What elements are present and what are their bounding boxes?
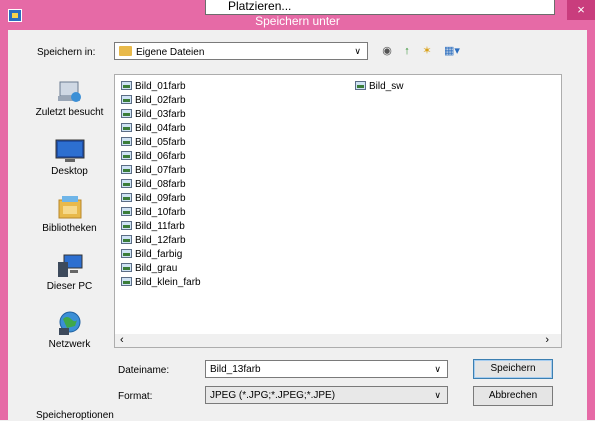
- format-value: JPEG (*.JPG;*.JPEG;*.JPE): [210, 390, 336, 401]
- back-icon[interactable]: ◉: [380, 44, 394, 58]
- places-bar: Zuletzt besucht Desktop Bibliotheken Die…: [27, 64, 112, 364]
- file-name: Bild_11farb: [135, 221, 185, 232]
- list-item[interactable]: Bild_09farb: [121, 192, 186, 206]
- save-button[interactable]: Speichern: [473, 359, 553, 379]
- list-item[interactable]: Bild_klein_farb: [121, 276, 201, 290]
- file-name: Bild_09farb: [135, 193, 186, 204]
- image-file-icon: [121, 235, 132, 244]
- filename-label: Dateiname:: [118, 365, 170, 376]
- list-item[interactable]: Bild_10farb: [121, 206, 186, 220]
- list-item[interactable]: Bild_06farb: [121, 150, 186, 164]
- file-name: Bild_klein_farb: [135, 277, 201, 288]
- chevron-down-icon: ∨: [434, 364, 441, 374]
- menu-popup[interactable]: Platzieren...: [205, 0, 555, 15]
- chevron-down-icon: ∨: [354, 46, 361, 56]
- desktop-icon: [55, 139, 84, 162]
- image-file-icon: [121, 179, 132, 188]
- file-name: Bild_06farb: [135, 151, 186, 162]
- network-icon: [58, 311, 80, 335]
- list-item[interactable]: Bild_01farb: [121, 80, 186, 94]
- list-item[interactable]: Bild_04farb: [121, 122, 186, 136]
- file-name: Bild_04farb: [135, 123, 186, 134]
- place-libraries[interactable]: Bibliotheken: [27, 194, 112, 234]
- save-options-label: Speicheroptionen: [36, 410, 114, 421]
- window-frame-left: [0, 30, 8, 420]
- place-label: Desktop: [51, 166, 88, 177]
- save-as-dialog: Speichern unter × Platzieren... Speicher…: [0, 0, 595, 421]
- place-label: Bibliotheken: [42, 223, 97, 234]
- image-file-icon: [121, 151, 132, 160]
- format-select[interactable]: JPEG (*.JPG;*.JPEG;*.JPE) ∨: [205, 386, 448, 404]
- list-item[interactable]: Bild_08farb: [121, 178, 186, 192]
- scroll-right-icon[interactable]: ›: [545, 334, 549, 346]
- file-name: Bild_05farb: [135, 137, 186, 148]
- image-file-icon: [121, 193, 132, 202]
- location-value: Eigene Dateien: [136, 47, 205, 58]
- new-folder-icon[interactable]: ✶: [420, 44, 434, 58]
- place-label: Netzwerk: [48, 339, 91, 350]
- filename-input[interactable]: Bild_13farb ∨: [205, 360, 448, 378]
- place-label: Zuletzt besucht: [35, 107, 104, 118]
- list-item[interactable]: Bild_grau: [121, 262, 177, 276]
- format-label: Format:: [118, 391, 153, 402]
- image-file-icon: [355, 81, 366, 90]
- image-file-icon: [121, 81, 132, 90]
- file-name: Bild_farbig: [135, 249, 183, 260]
- chevron-down-icon: ∨: [434, 390, 441, 400]
- file-list[interactable]: Bild_01farb Bild_02farb Bild_03farb Bild…: [114, 74, 562, 348]
- this-pc-icon: [57, 254, 82, 277]
- file-name: Bild_12farb: [135, 235, 186, 246]
- file-name: Bild_sw: [369, 81, 404, 92]
- file-name: Bild_02farb: [135, 95, 186, 106]
- folder-icon: [119, 46, 132, 56]
- menu-item-platzieren[interactable]: Platzieren...: [228, 0, 291, 13]
- place-recent[interactable]: Zuletzt besucht: [27, 80, 112, 118]
- window-frame-right: [587, 30, 595, 420]
- list-item[interactable]: Bild_sw: [355, 80, 403, 94]
- image-file-icon: [121, 263, 132, 272]
- image-file-icon: [121, 249, 132, 258]
- image-file-icon: [121, 123, 132, 132]
- file-name: Bild_10farb: [135, 207, 186, 218]
- list-item[interactable]: Bild_07farb: [121, 164, 186, 178]
- image-file-icon: [121, 221, 132, 230]
- file-name: Bild_03farb: [135, 109, 186, 120]
- close-button[interactable]: ×: [567, 0, 595, 20]
- place-label: Dieser PC: [46, 281, 93, 292]
- list-item[interactable]: Bild_03farb: [121, 108, 186, 122]
- image-file-icon: [121, 165, 132, 174]
- recent-icon: [57, 81, 81, 102]
- file-name: Bild_08farb: [135, 179, 186, 190]
- place-network[interactable]: Netzwerk: [27, 310, 112, 350]
- scroll-left-icon[interactable]: ‹: [120, 334, 124, 346]
- image-file-icon: [121, 137, 132, 146]
- up-folder-icon[interactable]: ↑: [400, 44, 414, 58]
- list-item[interactable]: Bild_12farb: [121, 234, 186, 248]
- list-item[interactable]: Bild_05farb: [121, 136, 186, 150]
- place-this-pc[interactable]: Dieser PC: [27, 254, 112, 292]
- list-item[interactable]: Bild_farbig: [121, 248, 182, 262]
- filename-value: Bild_13farb: [210, 364, 261, 375]
- location-label: Speichern in:: [37, 47, 96, 58]
- image-file-icon: [121, 207, 132, 216]
- location-select[interactable]: Eigene Dateien ∨: [114, 42, 368, 60]
- file-name: Bild_grau: [135, 263, 178, 274]
- libraries-icon: [58, 196, 81, 219]
- file-name: Bild_01farb: [135, 81, 186, 92]
- window-title: Speichern unter: [255, 14, 340, 28]
- view-menu-icon[interactable]: ▦▾: [440, 44, 464, 58]
- image-file-icon: [121, 95, 132, 104]
- horizontal-scrollbar[interactable]: ‹ ›: [114, 334, 562, 348]
- cancel-button[interactable]: Abbrechen: [473, 386, 553, 406]
- image-file-icon: [121, 277, 132, 286]
- file-name: Bild_07farb: [135, 165, 186, 176]
- place-desktop[interactable]: Desktop: [27, 139, 112, 177]
- image-file-icon: [121, 109, 132, 118]
- list-item[interactable]: Bild_11farb: [121, 220, 185, 234]
- list-item[interactable]: Bild_02farb: [121, 94, 186, 108]
